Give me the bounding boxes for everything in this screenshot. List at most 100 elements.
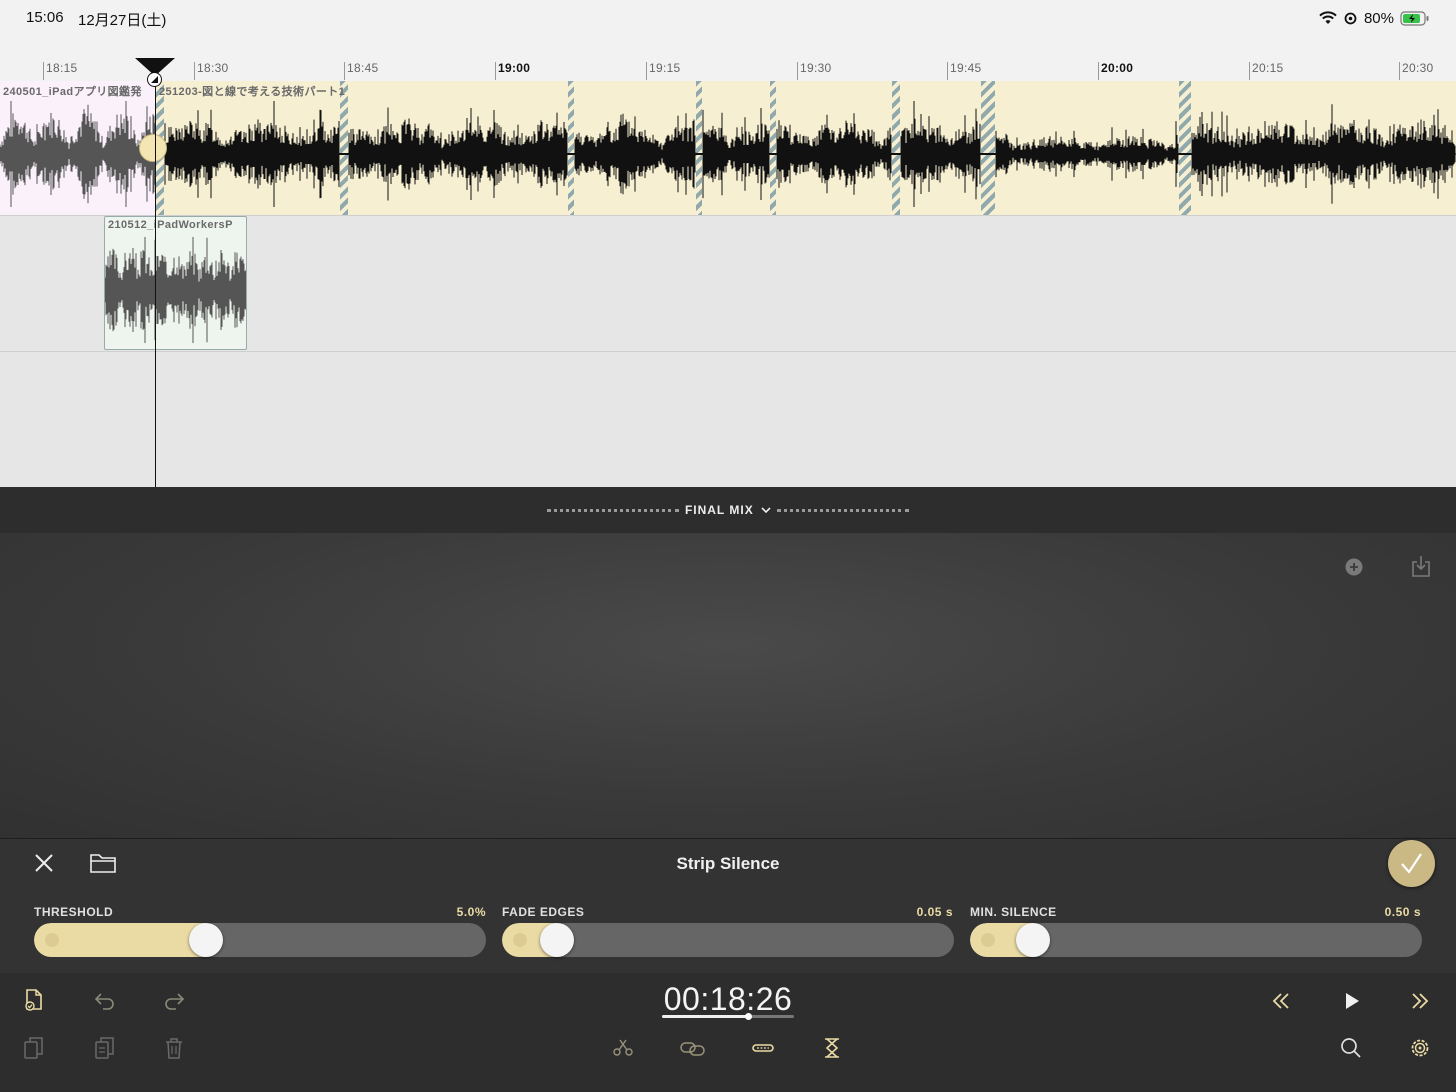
mixer-header[interactable]: FINAL MIX [0,487,1456,533]
status-date: 12月27日(土) [78,12,167,29]
play-button[interactable] [1340,989,1364,1013]
wifi-icon [1319,11,1337,24]
trim-button[interactable] [751,1036,775,1060]
fade-handle[interactable] [139,134,167,162]
ruler-tick [344,62,345,80]
ruler-tick-label: 18:30 [197,61,229,75]
final-mix-label: FINAL MIX [684,503,754,517]
fade-edges-thumb[interactable] [539,923,574,957]
audio-clip-210512[interactable]: 210512_iPadWorkersP [104,216,247,350]
copy-icon [24,1037,43,1059]
ruler-tick [797,62,798,80]
position-bar[interactable] [662,1013,794,1020]
play-icon [1346,993,1359,1009]
timeline-ruler[interactable]: 18:15 18:30 18:45 19:00 19:15 19:30 19:45 20:00… [0,40,1456,81]
ruler-tick [1098,62,1099,80]
threshold-value: 5.0% [456,905,486,919]
playhead-knob-icon[interactable] [147,72,162,87]
status-right: 80% [1319,8,1430,28]
audio-clip-240501[interactable]: 240501_iPadアプリ図鑑発 [0,81,156,215]
threshold-label: THRESHOLD [34,905,114,919]
gear-icon [1411,1039,1429,1057]
fast-forward-icon [1412,993,1429,1009]
fast-forward-button[interactable] [1408,989,1432,1013]
slider-min-dot [513,933,527,947]
search-icon [1341,1038,1361,1058]
ruler-tick-label: 18:15 [46,61,78,75]
position-knob[interactable] [744,1013,752,1020]
ruler-tick-label: 19:00 [498,61,531,75]
playhead-line [155,71,156,487]
mixer-area: FINAL MIX [0,487,1456,838]
checkmark-icon [1401,853,1422,874]
link-button[interactable] [679,1036,705,1060]
time-stretch-button[interactable] [820,1036,844,1060]
plus-circle-icon [1345,558,1363,576]
waveform [156,101,1456,207]
scissors-icon [613,1039,633,1056]
paste-button[interactable] [93,1036,117,1060]
timecode-display[interactable]: 00:18:26 [0,981,1456,1018]
delete-button[interactable] [162,1036,186,1060]
status-bar: 15:06 12月27日(土) 80% [0,0,1456,40]
ruler-tick-label: 19:15 [649,61,681,75]
battery-percent: 80% [1363,9,1394,27]
position-fill [662,1015,748,1018]
min-silence-label: MIN. SILENCE [970,905,1057,919]
clip-name: 210512_iPadWorkersP [108,219,233,231]
final-mix-selector[interactable]: FINAL MIX [0,503,1456,517]
fade-edges-label: FADE EDGES [502,905,585,919]
focus-icon [1344,12,1357,24]
ruler-tick [495,62,496,80]
add-track-button[interactable] [1345,558,1363,581]
rewind-icon [1272,993,1289,1009]
import-icon [1412,556,1430,577]
ruler-tick [1399,62,1400,80]
split-button[interactable] [611,1036,635,1060]
ruler-tick [947,62,948,80]
panel-title: Strip Silence [676,854,780,873]
waveform [105,237,246,343]
slider-min-dot [981,933,995,947]
settings-button[interactable] [1408,1036,1432,1060]
confirm-button[interactable] [1388,840,1435,887]
clip-name: 251203-図と線で考える技術パート1 [159,86,346,98]
drag-grip [777,509,909,512]
fade-edges-value: 0.05 s [916,905,953,919]
threshold-slider[interactable] [34,923,486,957]
copy-button[interactable] [22,1036,46,1060]
min-silence-thumb[interactable] [1015,923,1050,957]
clip-name: 240501_iPadアプリ図鑑発 [3,86,142,98]
status-time: 15:06 [26,9,64,26]
min-silence-value: 0.50 s [1384,905,1421,919]
battery-icon [1400,10,1429,26]
trash-icon [166,1038,182,1059]
rewind-button[interactable] [1269,989,1293,1013]
ruler-tick-label: 19:45 [950,61,982,75]
lane-divider [0,351,1456,352]
ruler-tick-label: 19:30 [800,61,832,75]
search-button[interactable] [1339,1036,1363,1060]
link-icon [680,1042,705,1056]
ruler-tick [43,62,44,80]
ruler-tick [646,62,647,80]
ruler-tick-label: 20:00 [1101,61,1134,75]
import-button[interactable] [1410,554,1432,583]
ruler-tick-label: 20:30 [1402,61,1434,75]
waveform [0,101,155,207]
ruler-tick-label: 20:15 [1252,61,1284,75]
threshold-thumb[interactable] [188,923,223,957]
hourglass-icon [825,1038,839,1058]
bottom-toolbar: 00:18:26 [0,973,1456,1092]
audio-clip-251203[interactable]: 251203-図と線で考える技術パート1 [156,81,1456,215]
ruler-tick-label: 18:45 [347,61,379,75]
timecode-value: 00:18:26 [663,981,793,1017]
paste-icon [95,1037,114,1059]
ruler-tick [194,62,195,80]
tracks-area[interactable]: 240501_iPadアプリ図鑑発 251203-図と線で考える技術パート1 2… [0,81,1456,487]
threshold-fill [34,923,206,957]
slider-min-dot [45,933,59,947]
chevron-down-icon [761,507,771,514]
trim-icon [752,1044,774,1052]
strip-silence-panel: Strip Silence THRESHOLD 5.0% FADE EDGES … [0,838,1456,973]
